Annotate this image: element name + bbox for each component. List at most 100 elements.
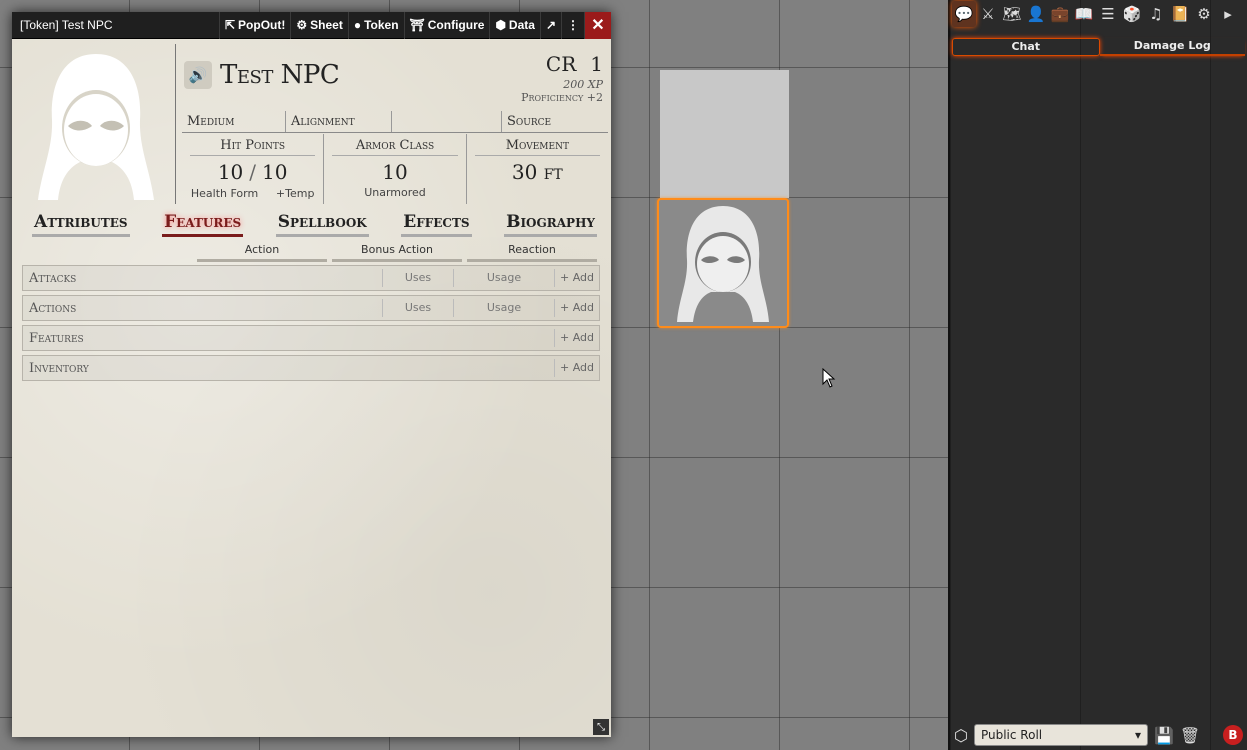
chat-tabs: Chat Damage Log <box>950 38 1247 56</box>
section-name: Features <box>29 330 84 346</box>
portrait-divider <box>175 44 176 204</box>
add-attack-button[interactable]: + Add <box>554 269 599 287</box>
journal-icon[interactable]: 📖 <box>1072 1 1096 27</box>
subhead-reaction: Reaction <box>467 243 597 262</box>
dungeon-icon: ⛩ <box>409 18 425 32</box>
armor-class-value: 10 <box>382 160 408 184</box>
usage-header: Usage <box>453 269 554 287</box>
cr-value[interactable]: 1 <box>590 52 603 76</box>
user-circle-icon: ● <box>353 18 362 32</box>
movement-label: Movement <box>474 138 600 156</box>
roll-mode-select[interactable]: Public Roll ▾ <box>973 724 1148 746</box>
xp-value: 200 XP <box>563 78 603 91</box>
canvas-tile <box>660 70 789 198</box>
size-select[interactable]: Medium <box>182 111 286 132</box>
sheet-button[interactable]: ⚙ Sheet <box>290 11 347 39</box>
dice-icon[interactable]: ⬡ <box>954 726 968 745</box>
speaker-icon[interactable]: 🔊 <box>184 61 212 89</box>
external-link-icon: ⇱ <box>224 18 236 32</box>
items-icon[interactable]: 💼 <box>1048 1 1072 27</box>
configure-label: Configure <box>427 18 485 32</box>
actor-portrait[interactable] <box>32 50 160 202</box>
gear-icon: ⚙ <box>296 18 308 32</box>
window-header[interactable]: [Token] Test NPC ⇱ PopOut! ⚙ Sheet ● Token … <box>12 11 611 39</box>
proficiency-bonus: Proficiency +2 <box>521 91 603 104</box>
temp-hp-input[interactable]: +Temp <box>276 187 315 200</box>
hp-current-input[interactable]: 10 <box>218 160 243 184</box>
popout-button[interactable]: ⇱ PopOut! <box>218 11 290 39</box>
resize-handle-icon[interactable]: ⤡ <box>593 719 609 735</box>
source-input[interactable]: Source <box>502 111 608 132</box>
tab-effects[interactable]: Effects <box>401 212 472 237</box>
cards-icon[interactable]: 🎲 <box>1120 1 1144 27</box>
settings-icon[interactable]: ⚙ <box>1192 1 1216 27</box>
popout-label: PopOut! <box>238 18 286 32</box>
close-button[interactable]: ✕ <box>584 11 611 39</box>
combat-icon[interactable]: ⚔ <box>976 1 1000 27</box>
armor-class-block[interactable]: Armor Class 10 Unarmored <box>324 134 467 204</box>
tables-icon[interactable]: ☰ <box>1096 1 1120 27</box>
sidebar: 💬 ⚔ 🗺 👤 💼 📖 ☰ 🎲 ♫ 📔 ⚙ ▸ Chat Damage Log … <box>948 0 1247 750</box>
tab-chat[interactable]: Chat <box>952 38 1100 56</box>
section-name: Attacks <box>29 270 77 286</box>
add-feature-button[interactable]: + Add <box>554 329 599 347</box>
usage-header: Usage <box>453 299 554 317</box>
vertical-ellipsis-icon: ⋮ <box>567 18 579 32</box>
token-button[interactable]: ● Token <box>347 11 404 39</box>
tab-spellbook[interactable]: Spellbook <box>275 212 369 237</box>
compendium-icon[interactable]: 📔 <box>1168 1 1192 27</box>
module-b-icon[interactable]: B <box>1223 725 1243 745</box>
traits-row: Medium Alignment Source <box>182 111 608 133</box>
armor-type: Unarmored <box>364 186 426 199</box>
external-window-icon: ↗ <box>545 18 556 32</box>
more-options-button[interactable]: ⋮ <box>561 11 584 39</box>
section-name: Inventory <box>29 360 89 376</box>
hp-max-input[interactable]: 10 <box>262 160 287 184</box>
mouse-cursor-icon <box>822 368 836 388</box>
chat-icon[interactable]: 💬 <box>952 1 976 27</box>
actors-icon[interactable]: 👤 <box>1024 1 1048 27</box>
uses-header: Uses <box>382 299 453 317</box>
armor-class-label: Armor Class <box>332 138 458 156</box>
collapse-icon[interactable]: ▸ <box>1216 1 1240 27</box>
add-inventory-button[interactable]: + Add <box>554 359 599 377</box>
movement-value: 30 ft <box>511 160 563 184</box>
playlists-icon[interactable]: ♫ <box>1144 1 1168 27</box>
cube-icon: ⬢ <box>495 18 506 32</box>
health-form-label[interactable]: Health Form <box>191 187 258 200</box>
open-external-button[interactable]: ↗ <box>539 11 561 39</box>
tab-attributes[interactable]: Attributes <box>32 212 130 237</box>
hit-points-block: Hit Points 10 / 10 Health Form +Temp <box>182 134 325 204</box>
scenes-icon[interactable]: 🗺 <box>1000 1 1024 27</box>
token-label: Token <box>364 18 399 32</box>
add-action-button[interactable]: + Add <box>554 299 599 317</box>
tab-features[interactable]: Features <box>162 212 244 237</box>
chat-controls: ⬡ Public Roll ▾ 💾 🗑 B <box>950 720 1247 750</box>
actor-name-input[interactable]: Test NPC <box>220 60 340 90</box>
tab-biography[interactable]: Biography <box>504 212 597 237</box>
movement-block[interactable]: Movement 30 ft <box>467 134 608 204</box>
npc-token[interactable] <box>657 198 789 328</box>
section-actions: Actions Uses Usage + Add <box>22 295 600 321</box>
hit-points-label: Hit Points <box>190 138 316 156</box>
chevron-down-icon: ▾ <box>1134 728 1141 742</box>
data-label: Data <box>508 18 535 32</box>
configure-button[interactable]: ⛩ Configure <box>403 11 490 39</box>
tab-damage-log[interactable]: Damage Log <box>1099 38 1245 56</box>
attributes-row: Hit Points 10 / 10 Health Form +Temp Arm… <box>182 134 608 204</box>
type-input[interactable] <box>392 111 502 132</box>
subhead-action: Action <box>197 243 327 262</box>
roll-mode-value: Public Roll <box>980 728 1043 742</box>
section-features: Features + Add <box>22 325 600 351</box>
alignment-input[interactable]: Alignment <box>286 111 392 132</box>
save-icon[interactable]: 💾 <box>1154 726 1174 745</box>
data-button[interactable]: ⬢ Data <box>489 11 540 39</box>
section-attacks: Attacks Uses Usage + Add <box>22 265 600 291</box>
window-title: [Token] Test NPC <box>20 18 113 32</box>
hp-separator: / <box>249 160 257 184</box>
section-name: Actions <box>29 300 77 316</box>
subhead-bonus-action: Bonus Action <box>332 243 462 262</box>
sheet-tabs: Attributes Features Spellbook Effects Bi… <box>32 212 597 237</box>
actor-sheet-window[interactable]: [Token] Test NPC ⇱ PopOut! ⚙ Sheet ● Token … <box>12 11 611 737</box>
trash-icon[interactable]: 🗑 <box>1180 726 1200 745</box>
